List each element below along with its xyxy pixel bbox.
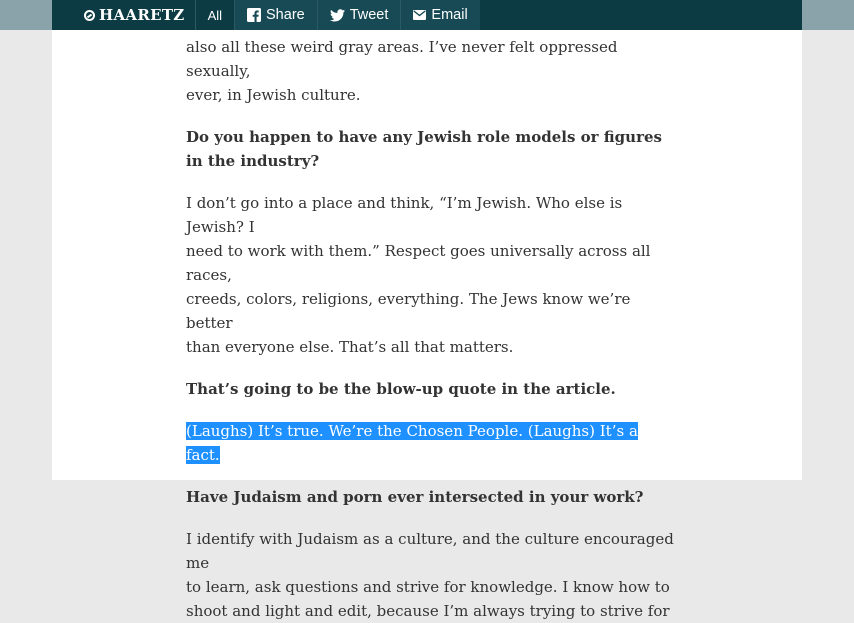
interview-question: Have Judaism and porn ever intersected i… [186,485,676,509]
text-line: I don’t go into a place and think, “I’m … [186,194,623,236]
answer-paragraph: (Laughs) It’s true. We’re the Chosen Peo… [186,419,676,467]
top-navigation-bar: HAARETZ All Share Tweet Email [0,0,854,30]
text-line: to learn, ask questions and strive for k… [186,578,670,596]
all-sections-button[interactable]: All [194,0,234,30]
topbar-left-margin [0,0,52,30]
answer-paragraph: I don’t go into a place and think, “I’m … [186,191,676,359]
haaretz-logo-icon [84,9,95,21]
text-line: in the industry? [186,152,320,170]
logo-text: HAARETZ [99,6,185,24]
haaretz-logo[interactable]: HAARETZ [52,0,195,30]
text-line: ever, in Jewish culture. [186,86,361,104]
answer-paragraph: I identify with Judaism as a culture, an… [186,527,676,623]
answer-paragraph: also all these weird gray areas. I’ve ne… [186,35,676,107]
text-line: creeds, colors, religions, everything. T… [186,290,631,332]
facebook-icon [247,8,262,22]
selected-text[interactable]: (Laughs) It’s true. We’re the Chosen Peo… [186,422,638,464]
email-icon [413,10,427,20]
text-line: need to work with them.” Respect goes un… [186,242,651,284]
text-line: That’s going to be the blow-up quote in … [186,380,616,398]
topbar-right-margin [802,0,854,30]
share-facebook-button[interactable]: Share [234,0,317,30]
interview-question: That’s going to be the blow-up quote in … [186,377,676,401]
text-line: also all these weird gray areas. I’ve ne… [186,38,618,80]
share-toolbar: HAARETZ All Share Tweet Email [52,0,480,30]
text-line: Have Judaism and porn ever intersected i… [186,488,644,506]
tweet-button[interactable]: Tweet [316,0,401,30]
article-panel: also all these weird gray areas. I’ve ne… [52,30,802,620]
text-line: shoot and light and edit, because I’m al… [186,602,670,620]
email-label: Email [431,7,468,23]
text-line: Do you happen to have any Jewish role mo… [186,128,662,146]
all-label: All [207,7,223,23]
email-button[interactable]: Email [400,0,480,30]
twitter-icon [329,8,345,22]
interview-question: Do you happen to have any Jewish role mo… [186,125,676,173]
text-line: I identify with Judaism as a culture, an… [186,530,674,572]
article-body: also all these weird gray areas. I’ve ne… [186,30,676,623]
text-line: than everyone else. That’s all that matt… [186,338,514,356]
share-label: Share [266,7,305,23]
tweet-label: Tweet [349,7,389,23]
